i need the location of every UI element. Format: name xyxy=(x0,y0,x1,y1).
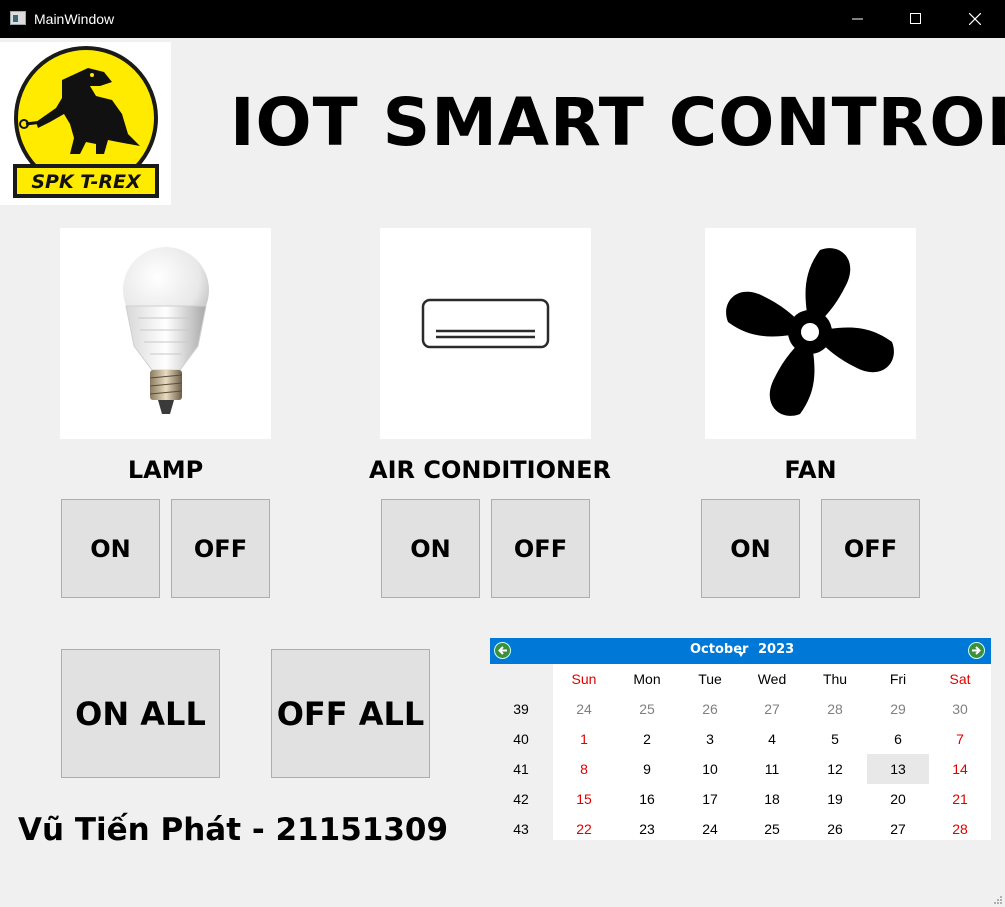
maximize-button[interactable] xyxy=(886,0,946,38)
calendar-day-cell[interactable]: 24 xyxy=(553,694,615,724)
calendar-day-cell[interactable]: 3 xyxy=(679,724,741,754)
trex-logo: SPK T-REX xyxy=(0,42,171,205)
calendar-day-cell[interactable]: 13 xyxy=(867,754,929,784)
fan-on-button[interactable]: ON xyxy=(701,499,800,598)
calendar-day-cell[interactable]: 28 xyxy=(804,694,866,724)
calendar-weekday-header: Sun xyxy=(571,671,597,687)
air-conditioner-off-button[interactable]: OFF xyxy=(491,499,590,598)
calendar-day-cell[interactable]: 18 xyxy=(741,784,803,814)
air-conditioner-icon xyxy=(421,298,550,349)
arrow-left-icon xyxy=(498,646,507,655)
lightbulb-icon xyxy=(123,247,209,414)
air-conditioner-image xyxy=(380,228,591,439)
calendar-day-cell[interactable]: 27 xyxy=(867,814,929,844)
calendar-week-number: 39 xyxy=(513,701,529,717)
calendar-weekday-header: Wed xyxy=(757,671,787,687)
arrow-right-icon xyxy=(972,646,981,655)
calendar-weekday-header: Thu xyxy=(822,671,848,687)
calendar-next-button[interactable] xyxy=(968,642,985,659)
calendar-day-cell[interactable]: 19 xyxy=(804,784,866,814)
calendar-weekday-header: Mon xyxy=(633,671,661,687)
close-icon xyxy=(969,13,981,25)
calendar-day-cell[interactable]: 15 xyxy=(553,784,615,814)
calendar-day-cell[interactable]: 28 xyxy=(929,814,991,844)
calendar-day-cell[interactable]: 11 xyxy=(741,754,803,784)
calendar-day-cell[interactable]: 9 xyxy=(616,754,678,784)
calendar-day-cell[interactable]: 4 xyxy=(741,724,803,754)
calendar-day-cell[interactable]: 6 xyxy=(867,724,929,754)
calendar-day-cell[interactable]: 23 xyxy=(616,814,678,844)
calendar-day-cell[interactable]: 16 xyxy=(616,784,678,814)
calendar-weekday-header: Tue xyxy=(698,671,722,687)
app-icon xyxy=(10,11,26,25)
air-conditioner-on-button[interactable]: ON xyxy=(381,499,480,598)
calendar-day-cell[interactable]: 29 xyxy=(867,694,929,724)
fan-image xyxy=(705,228,916,439)
title-bar: MainWindow xyxy=(0,0,1005,38)
minimize-icon xyxy=(852,18,863,20)
calendar-day-cell[interactable]: 26 xyxy=(679,694,741,724)
calendar-day-cell[interactable]: 30 xyxy=(929,694,991,724)
calendar-day-cell[interactable]: 1 xyxy=(553,724,615,754)
maximize-icon xyxy=(910,13,921,24)
fan-off-button[interactable]: OFF xyxy=(821,499,920,598)
window-title: MainWindow xyxy=(34,11,115,27)
calendar-weekday-header: Fri xyxy=(889,671,907,687)
calendar-day-cell[interactable]: 25 xyxy=(741,814,803,844)
calendar-grid: Sun Mon Tue Wed Thu Fri Sat 39 24 25 26 27 28 29 30 40 1… xyxy=(490,664,991,840)
calendar-year-selector[interactable]: 2023 xyxy=(758,642,794,657)
resize-grip-icon[interactable] xyxy=(993,895,1003,905)
calendar-day-cell[interactable]: 20 xyxy=(867,784,929,814)
fan-label: FAN xyxy=(784,456,837,484)
calendar-widget[interactable]: October 2023 Sun Mon Tue Wed Thu Fri Sat 39 24 25… xyxy=(490,638,991,840)
calendar-weekday-header: Sat xyxy=(949,671,971,687)
calendar-day-cell[interactable]: 10 xyxy=(679,754,741,784)
calendar-day-cell[interactable]: 12 xyxy=(804,754,866,784)
logo-text: SPK T-REX xyxy=(31,171,142,193)
fan-icon xyxy=(726,248,894,416)
calendar-navigation-bar: October 2023 xyxy=(490,638,991,664)
calendar-week-number: 43 xyxy=(513,821,529,837)
calendar-prev-button[interactable] xyxy=(494,642,511,659)
calendar-day-cell[interactable]: 24 xyxy=(679,814,741,844)
calendar-day-cell[interactable]: 17 xyxy=(679,784,741,814)
student-info: Vũ Tiến Phát - 21151309 xyxy=(18,812,449,848)
calendar-day-cell[interactable]: 25 xyxy=(616,694,678,724)
chevron-down-icon xyxy=(738,652,744,657)
lamp-off-button[interactable]: OFF xyxy=(171,499,270,598)
air-conditioner-label: AIR CONDITIONER xyxy=(369,456,611,484)
page-title: IOT SMART CONTROL xyxy=(230,84,1005,161)
on-all-button[interactable]: ON ALL xyxy=(61,649,220,778)
calendar-week-number: 42 xyxy=(513,791,529,807)
lamp-on-button[interactable]: ON xyxy=(61,499,160,598)
calendar-day-cell[interactable]: 8 xyxy=(553,754,615,784)
calendar-day-cell[interactable]: 27 xyxy=(741,694,803,724)
close-button[interactable] xyxy=(945,0,1005,38)
calendar-week-number: 40 xyxy=(513,731,529,747)
calendar-day-cell[interactable]: 7 xyxy=(929,724,991,754)
off-all-button[interactable]: OFF ALL xyxy=(271,649,430,778)
calendar-day-cell[interactable]: 22 xyxy=(553,814,615,844)
minimize-button[interactable] xyxy=(828,0,888,38)
calendar-day-cell[interactable]: 2 xyxy=(616,724,678,754)
calendar-week-number: 41 xyxy=(513,761,529,777)
lamp-label: LAMP xyxy=(127,456,204,484)
calendar-day-cell[interactable]: 5 xyxy=(804,724,866,754)
calendar-day-cell[interactable]: 21 xyxy=(929,784,991,814)
calendar-day-cell[interactable]: 26 xyxy=(804,814,866,844)
calendar-day-cell[interactable]: 14 xyxy=(929,754,991,784)
lamp-image xyxy=(60,228,271,439)
